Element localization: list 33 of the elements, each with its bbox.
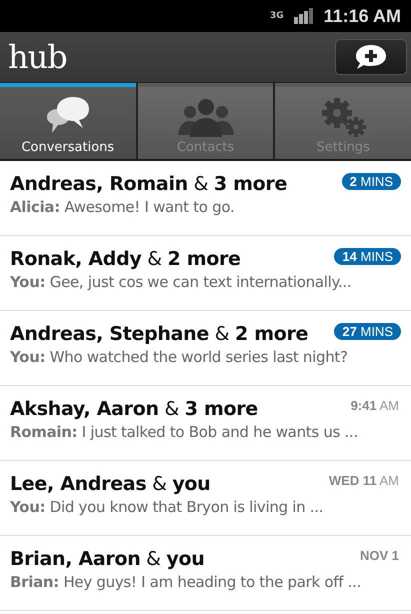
timestamp: WED 11 AM (328, 473, 400, 488)
message-preview: You: Did you know that Bryon is living in ... (10, 498, 324, 516)
participants: Andreas, Stephane & 2 more (10, 323, 308, 345)
time-badge: 27 MINS (334, 323, 401, 340)
time-badge: 2 MINS (342, 173, 401, 190)
gears-icon (319, 97, 368, 137)
message-preview: Romain: I just talked to Bob and he wants us ... (10, 423, 359, 441)
conversation-item[interactable]: Ronak, Addy & 2 more 14 MINS You: Gee, just cos we can text internationally... (0, 236, 411, 311)
network-type-label: 3G (270, 11, 284, 21)
participants: Andreas, Romain & 3 more (10, 173, 288, 195)
participants: Lee, Andreas & you (10, 473, 210, 495)
conversation-item[interactable]: Akshay, Aaron & 3 more 9:41 AM Romain: I just talked to Bob and he wants us ... (0, 386, 411, 461)
message-preview: You: Who watched the world series last night? (10, 348, 349, 366)
signal-icon (294, 8, 314, 24)
time-badge: 14 MINS (334, 248, 401, 265)
participants: Brian, Aaron & you (10, 548, 204, 570)
message-preview: Brian: Hey guys! I am heading to the park off ... (10, 573, 362, 591)
conversation-item[interactable]: Andreas, Stephane & 2 more 27 MINS You: Who watched the world series last night? (0, 311, 411, 386)
conversation-item[interactable]: Andreas, Romain & 3 more 2 MINS Alicia: Awesome! I want to go. (0, 161, 411, 236)
conversation-item[interactable]: Brian, Aaron & you NOV 1 Brian: Hey guys! I am heading to the park off ... (0, 536, 411, 611)
participants: Akshay, Aaron & 3 more (10, 398, 258, 420)
tab[interactable]: Conversations (0, 83, 136, 159)
conversation-item[interactable]: Lee, Andreas & you WED 11 AM You: Did you know that Bryon is living in ... (0, 461, 411, 536)
participants: Ronak, Addy & 2 more (10, 248, 241, 270)
message-preview: You: Gee, just cos we can text internationally... (10, 273, 352, 291)
chat-plus-icon (354, 43, 388, 71)
timestamp: NOV 1 (360, 548, 400, 563)
app-title: hub (8, 38, 67, 76)
people-icon (176, 97, 236, 137)
new-conversation-button[interactable] (335, 39, 407, 75)
message-preview: Alicia: Awesome! I want to go. (10, 198, 236, 216)
clock: 11:16 AM (324, 6, 401, 26)
timestamp: 9:41 AM (350, 398, 400, 413)
